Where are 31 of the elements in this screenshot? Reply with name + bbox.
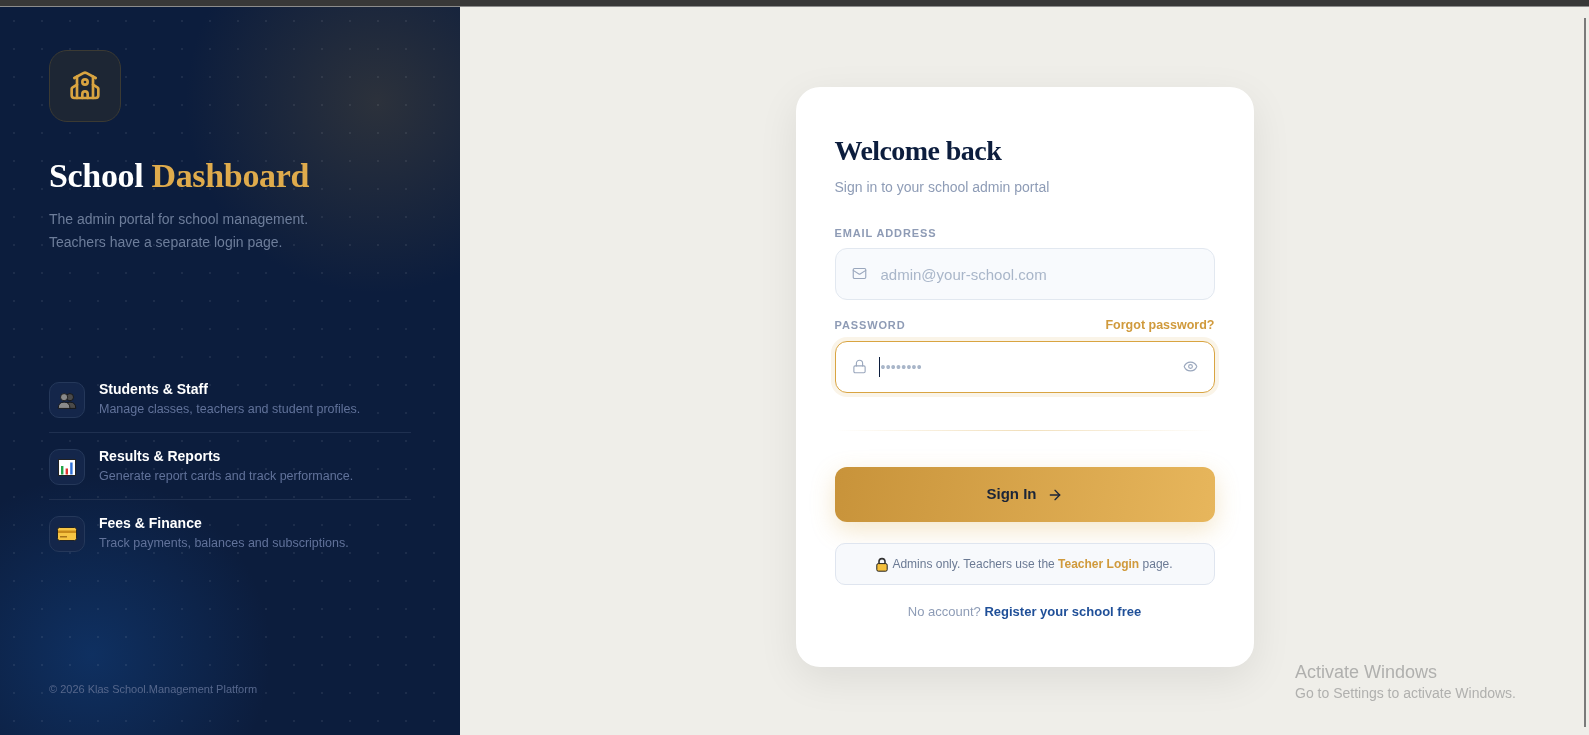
school-icon — [69, 70, 101, 102]
lock-icon — [851, 359, 867, 374]
email-label: EMAIL ADDRESS — [834, 226, 938, 241]
feature-description: Track payments, balances and subscriptions. — [99, 535, 349, 552]
password-label: PASSWORD — [834, 318, 906, 333]
feature-title: Fees & Finance — [99, 514, 203, 532]
text-cursor-icon — [878, 357, 880, 377]
card-heading: Welcome back — [834, 134, 1003, 168]
sign-in-button[interactable]: Sign In — [834, 467, 1215, 522]
password-field[interactable]: •••••••• — [834, 341, 1215, 393]
card-subheading: Sign in to your school admin portal — [834, 178, 1051, 197]
feature-description: Generate report cards and track performance. — [99, 468, 354, 485]
register-prompt: No account? Register your school free — [906, 603, 1143, 621]
scrollbar[interactable] — [1584, 18, 1586, 727]
copyright-text: © 2026 Klas School.Management Platform — [49, 682, 259, 697]
show-password-icon[interactable] — [1182, 359, 1198, 374]
email-field[interactable]: admin@your-school.com — [834, 248, 1215, 300]
activation-notice-text: Go to Settings to activate Windows. — [1295, 684, 1516, 703]
app-title: School Dashboard — [49, 156, 311, 196]
register-link[interactable]: Register your school free — [984, 604, 1142, 619]
activation-notice-title: Activate Windows — [1295, 661, 1439, 683]
bar-chart-icon — [58, 458, 76, 476]
credit-card-icon — [57, 527, 77, 541]
people-icon — [57, 391, 77, 409]
padlock-icon — [876, 556, 889, 572]
admin-notice-text: Admins only. Teachers use the Teacher Login page. — [892, 556, 1173, 572]
feature-title: Results & Reports — [99, 447, 222, 465]
app-description: The admin portal for school management. Teachers have a separate login page. — [49, 210, 310, 252]
feature-description: Manage classes, teachers and student profiles. — [99, 401, 361, 418]
mail-icon — [851, 266, 867, 281]
feature-title: Students & Staff — [99, 380, 209, 398]
